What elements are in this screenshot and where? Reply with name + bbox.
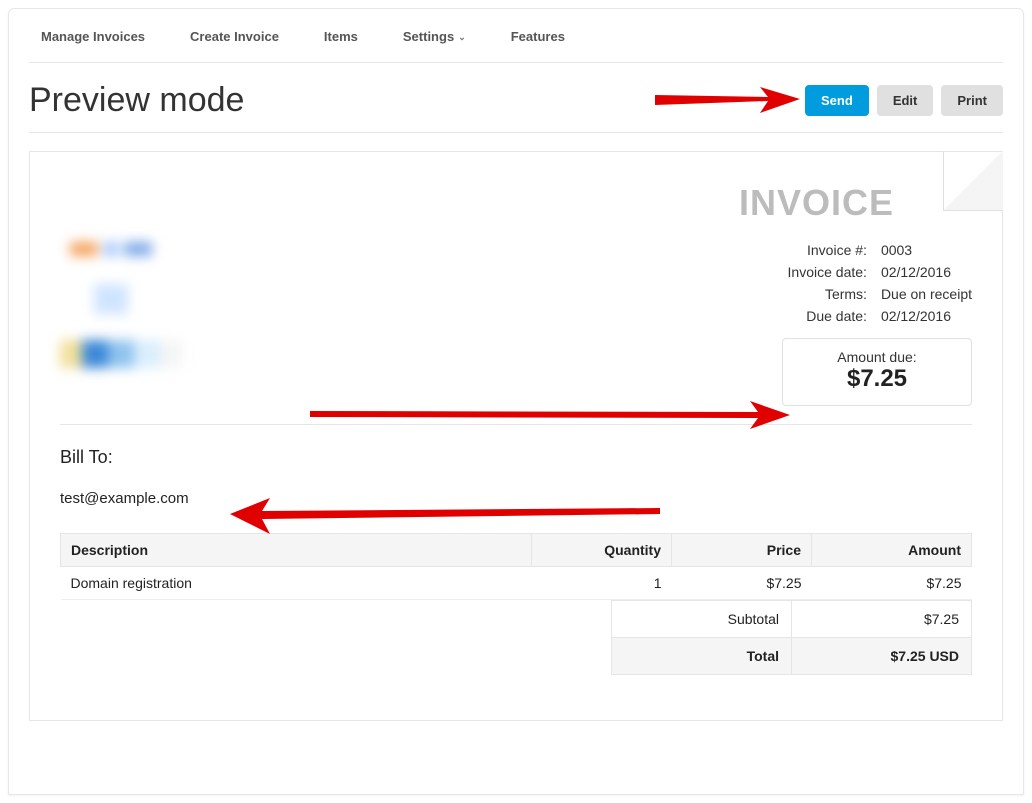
cell-description: Domain registration: [61, 567, 532, 600]
nav-create-invoice[interactable]: Create Invoice: [190, 29, 279, 44]
print-button[interactable]: Print: [941, 85, 1003, 116]
col-description: Description: [61, 534, 532, 567]
action-buttons: Send Edit Print: [805, 85, 1003, 116]
nav-items[interactable]: Items: [324, 29, 358, 44]
amount-due-value: $7.25: [823, 365, 931, 393]
bill-to-section: Bill To: test@example.com: [60, 447, 972, 507]
table-header-row: Description Quantity Price Amount: [61, 534, 972, 567]
invoice-number-label: Invoice #:: [788, 242, 867, 258]
seller-logo-blurred: [60, 242, 185, 377]
col-price: Price: [672, 534, 812, 567]
top-nav: Manage Invoices Create Invoice Items Set…: [29, 19, 1003, 63]
invoice-meta-column: Invoice #: 0003 Invoice date: 02/12/2016…: [672, 242, 972, 406]
total-row: Total $7.25 USD: [60, 638, 972, 675]
bill-to-label: Bill To:: [60, 447, 972, 468]
subtotal-row: Subtotal $7.25: [60, 601, 972, 638]
table-row: Domain registration 1 $7.25 $7.25: [61, 567, 972, 600]
nav-settings[interactable]: Settings ⌄: [403, 29, 466, 44]
total-label: Total: [612, 638, 792, 675]
due-date-value: 02/12/2016: [881, 308, 972, 324]
terms-value: Due on receipt: [881, 286, 972, 302]
bill-to-email: test@example.com: [60, 490, 972, 507]
invoice-meta-grid: Invoice #: 0003 Invoice date: 02/12/2016…: [788, 242, 972, 324]
line-items-table: Description Quantity Price Amount Domain…: [60, 533, 972, 600]
cell-quantity: 1: [532, 567, 672, 600]
send-button[interactable]: Send: [805, 85, 869, 116]
invoice-preview-card: INVOICE Invoice #: 0003 Invoice date: 02…: [29, 151, 1003, 721]
chevron-down-icon: ⌄: [458, 32, 466, 43]
terms-label: Terms:: [788, 286, 867, 302]
nav-manage-invoices[interactable]: Manage Invoices: [41, 29, 145, 44]
nav-settings-label: Settings: [403, 29, 454, 44]
nav-features[interactable]: Features: [511, 29, 565, 44]
total-value: $7.25 USD: [792, 638, 972, 675]
subtotal-label: Subtotal: [612, 601, 792, 638]
edit-button[interactable]: Edit: [877, 85, 934, 116]
invoice-number-value: 0003: [881, 242, 972, 258]
amount-due-box: Amount due: $7.25: [782, 338, 972, 406]
invoice-top-section: Invoice #: 0003 Invoice date: 02/12/2016…: [60, 242, 972, 425]
col-quantity: Quantity: [532, 534, 672, 567]
page-title: Preview mode: [29, 81, 244, 120]
due-date-label: Due date:: [788, 308, 867, 324]
totals-table: Subtotal $7.25 Total $7.25 USD: [60, 600, 972, 675]
page-fold-icon: [943, 151, 1003, 211]
heading-row: Preview mode Send Edit Print: [29, 63, 1003, 133]
cell-amount: $7.25: [812, 567, 972, 600]
app-panel: Manage Invoices Create Invoice Items Set…: [8, 8, 1024, 795]
cell-price: $7.25: [672, 567, 812, 600]
amount-due-label: Amount due:: [823, 349, 931, 365]
col-amount: Amount: [812, 534, 972, 567]
invoice-date-value: 02/12/2016: [881, 264, 972, 280]
subtotal-value: $7.25: [792, 601, 972, 638]
invoice-date-label: Invoice date:: [788, 264, 867, 280]
invoice-heading: INVOICE: [60, 182, 972, 224]
